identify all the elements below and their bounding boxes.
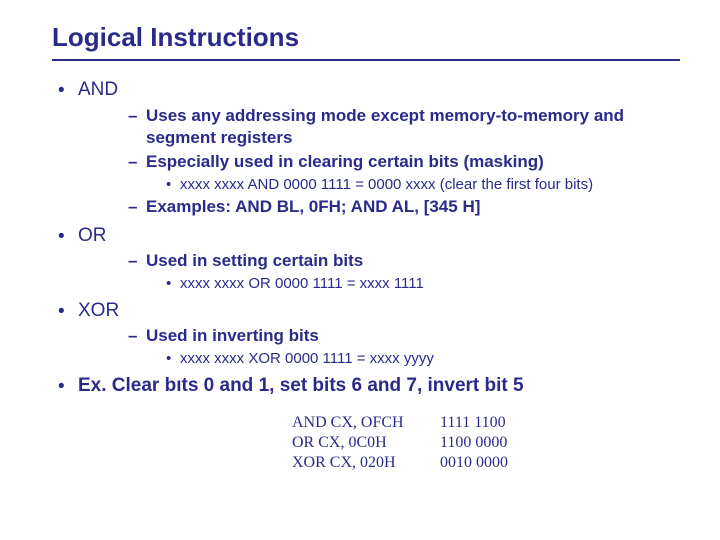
xor-sublist: Used in inverting bits xxxx xxxx XOR 000… <box>78 325 680 369</box>
item-and-label: AND <box>78 79 118 100</box>
item-ex-label: Ex. Clear bıts 0 and 1, set bits 6 and 7… <box>78 375 524 396</box>
example-instr: OR CX, 0C0H <box>292 433 422 453</box>
slide: Logical Instructions AND Uses any addres… <box>0 0 720 473</box>
and-sub2a: xxxx xxxx AND 0000 1111 = 0000 xxxx (cle… <box>78 175 680 195</box>
title-divider <box>52 59 680 61</box>
example-block: AND CX, OFCH 1111 1100 OR CX, 0C0H 1100 … <box>52 413 680 473</box>
example-instr: XOR CX, 020H <box>292 453 422 473</box>
item-or-label: OR <box>78 225 107 246</box>
or-sub1: Used in setting certain bits <box>78 250 680 272</box>
and-sub2: Especially used in clearing certain bits… <box>78 151 680 173</box>
example-instr: AND CX, OFCH <box>292 413 422 433</box>
xor-sub1a: xxxx xxxx XOR 0000 1111 = xxxx yyyy <box>78 349 680 369</box>
slide-title: Logical Instructions <box>52 22 680 53</box>
item-ex: Ex. Clear bıts 0 and 1, set bits 6 and 7… <box>52 373 680 399</box>
example-row: OR CX, 0C0H 1100 0000 <box>292 433 680 453</box>
item-or: OR Used in setting certain bits xxxx xxx… <box>52 223 680 294</box>
example-bits: 1100 0000 <box>440 433 507 453</box>
example-row: XOR CX, 020H 0010 0000 <box>292 453 680 473</box>
item-xor-label: XOR <box>78 300 119 321</box>
and-sub3: Examples: AND BL, 0FH; AND AL, [345 H] <box>78 196 680 218</box>
item-and: AND Uses any addressing mode except memo… <box>52 77 680 219</box>
xor-sub1: Used in inverting bits <box>78 325 680 347</box>
example-bits: 0010 0000 <box>440 453 508 473</box>
example-row: AND CX, OFCH 1111 1100 <box>292 413 680 433</box>
and-sub1: Uses any addressing mode except memory-t… <box>78 105 680 149</box>
example-bits: 1111 1100 <box>440 413 506 433</box>
or-sublist: Used in setting certain bits xxxx xxxx O… <box>78 250 680 294</box>
and-sublist: Uses any addressing mode except memory-t… <box>78 105 680 219</box>
content-list: AND Uses any addressing mode except memo… <box>52 77 680 399</box>
item-xor: XOR Used in inverting bits xxxx xxxx XOR… <box>52 298 680 369</box>
or-sub1a: xxxx xxxx OR 0000 1111 = xxxx 1111 <box>78 274 680 294</box>
